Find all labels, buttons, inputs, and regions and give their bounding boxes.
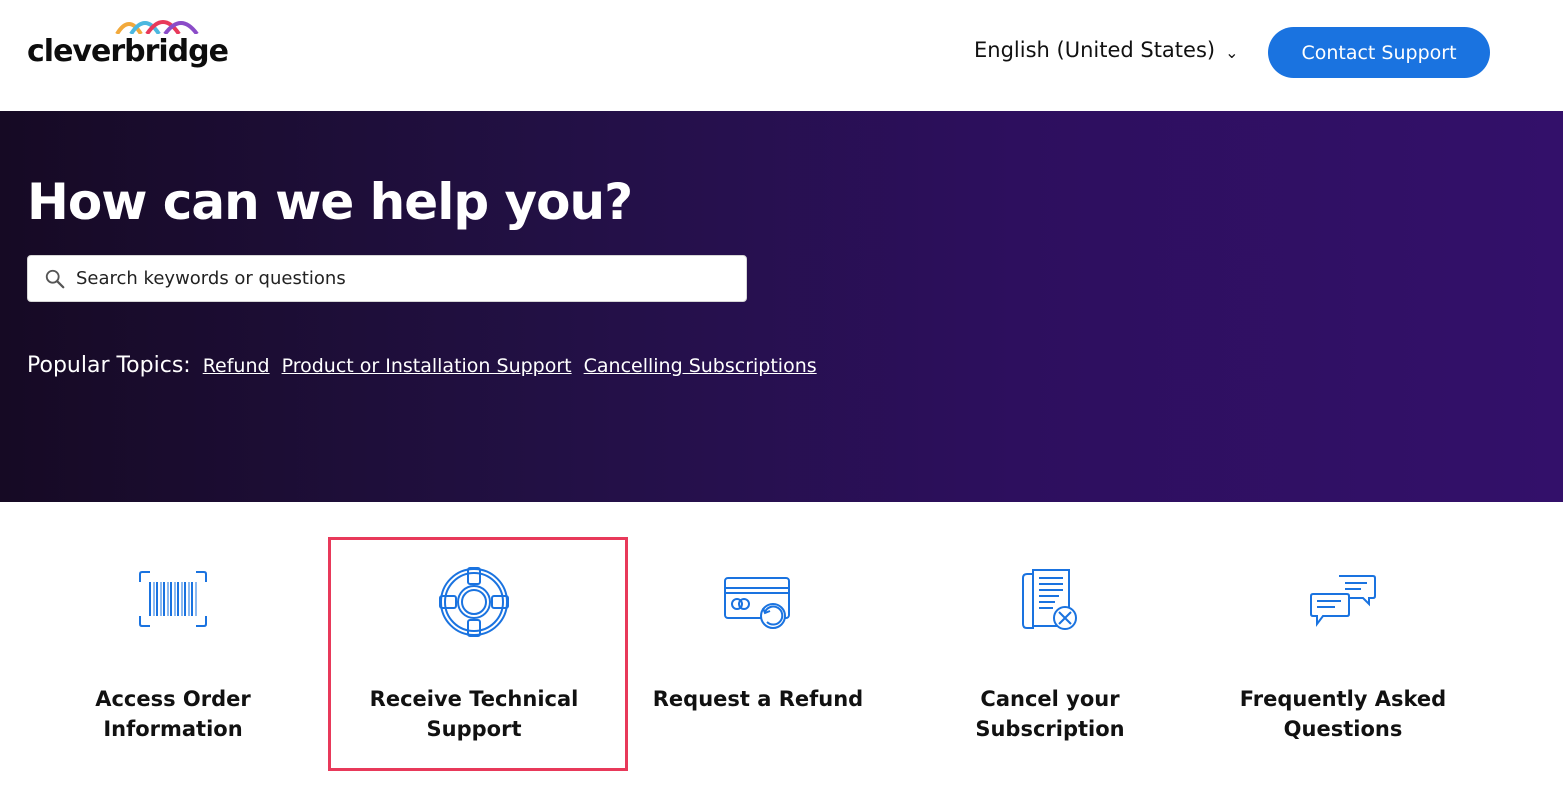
chevron-down-icon: ⌄ bbox=[1225, 43, 1239, 62]
card-cancel-subscription[interactable]: Cancel your Subscription bbox=[904, 502, 1196, 803]
card-access-order[interactable]: Access Order Information bbox=[27, 502, 319, 803]
card-technical-support[interactable]: Receive Technical Support bbox=[328, 502, 628, 803]
rainbow-arcs-icon bbox=[115, 20, 199, 34]
card-label: Frequently Asked Questions bbox=[1239, 687, 1447, 741]
popular-link-refund[interactable]: Refund bbox=[203, 355, 270, 377]
cleverbridge-logo[interactable]: cleverbridge bbox=[27, 12, 229, 72]
logo-wordmark: cleverbridge bbox=[27, 34, 229, 69]
language-selector[interactable]: English (United States) ⌄ bbox=[974, 37, 1239, 63]
hero-title: How can we help you? bbox=[27, 173, 633, 231]
barcode-icon bbox=[139, 571, 207, 627]
site-header: cleverbridge English (United States) ⌄ C… bbox=[0, 0, 1563, 111]
credit-card-refund-icon bbox=[724, 577, 790, 629]
popular-link-installation-support[interactable]: Product or Installation Support bbox=[282, 355, 572, 377]
popular-topics: Popular Topics: Refund Product or Instal… bbox=[27, 353, 817, 378]
card-label: Cancel your Subscription bbox=[975, 687, 1125, 741]
search-icon bbox=[45, 269, 65, 288]
card-label: Access Order Information bbox=[95, 687, 251, 741]
language-label: English (United States) bbox=[974, 37, 1216, 62]
cancel-document-icon bbox=[1022, 569, 1077, 630]
lifebuoy-icon bbox=[439, 567, 509, 637]
card-request-refund[interactable]: Request a Refund bbox=[612, 502, 904, 803]
hero-section: How can we help you? Popular Topics: Ref… bbox=[0, 111, 1563, 502]
card-label: Receive Technical Support bbox=[369, 687, 579, 741]
search-box[interactable] bbox=[27, 255, 747, 302]
card-faq[interactable]: Frequently Asked Questions bbox=[1197, 502, 1489, 803]
popular-link-cancelling-subscriptions[interactable]: Cancelling Subscriptions bbox=[584, 355, 817, 377]
search-input[interactable] bbox=[74, 267, 746, 290]
contact-support-button[interactable]: Contact Support bbox=[1268, 27, 1490, 78]
help-cards: Access Order Information Receive Technic… bbox=[0, 502, 1563, 803]
card-label: Request a Refund bbox=[652, 687, 864, 711]
popular-topics-label: Popular Topics: bbox=[27, 353, 191, 378]
chat-bubbles-icon bbox=[1310, 575, 1376, 627]
